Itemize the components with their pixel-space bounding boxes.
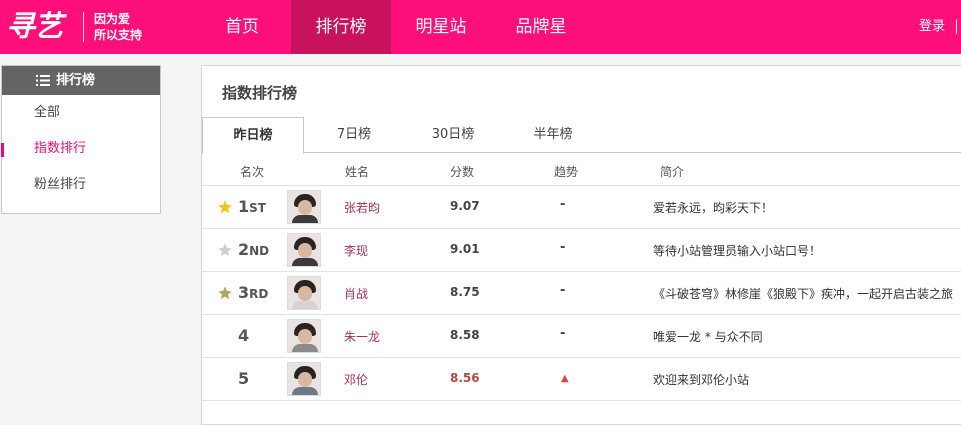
star-name-link[interactable]: 张若昀: [344, 199, 380, 216]
trend-indicator: -: [560, 197, 566, 212]
tab-30-day[interactable]: 30日榜: [408, 117, 498, 153]
avatar[interactable]: [287, 319, 321, 353]
tab-yesterday[interactable]: 昨日榜: [202, 117, 304, 154]
intro-text: 唯爱一龙 * 与众不同: [653, 330, 763, 344]
sidebar-item-index-ranking[interactable]: 指数排行: [1, 131, 160, 167]
star-icon: [218, 286, 232, 300]
avatar[interactable]: [287, 362, 321, 396]
score-value: 9.01: [450, 242, 480, 256]
ranking-tabs: 昨日榜 7日榜 30日榜 半年榜: [202, 117, 961, 154]
score-value: 8.56: [450, 371, 480, 385]
tab-half-year[interactable]: 半年榜: [508, 117, 598, 153]
intro-text: 欢迎来到邓伦小站: [653, 373, 750, 387]
table-row[interactable]: 4 朱一龙 8.58 - 唯爱一龙 * 与众不同: [202, 315, 961, 358]
col-rank: 名次: [240, 165, 265, 179]
panel-title: 指数排行榜: [222, 84, 298, 102]
slogan-line-1: 因为爱: [94, 12, 131, 26]
logo-wordmark: 寻艺: [6, 9, 63, 43]
rank-digit: 2: [238, 240, 250, 259]
top-nav-bar: 寻艺 因为爱 所以支持 首页 排行榜 明星站 品牌星 登录: [0, 0, 961, 54]
table-row[interactable]: 5 邓伦 8.56 ▲ 欢迎来到邓伦小站: [202, 358, 961, 401]
trend-indicator: -: [560, 240, 566, 255]
intro-text: 《斗破苍穹》林修崖《狼殿下》疾冲，一起开启古装之旅: [653, 287, 954, 301]
star-name-link[interactable]: 肖战: [344, 285, 368, 302]
table-row[interactable]: 1ST 张若昀 9.07 - 爱若永远，昀彩天下！: [202, 186, 961, 229]
avatar[interactable]: [287, 233, 321, 267]
rank-suffix: ST: [249, 201, 266, 215]
rank-digit: 4: [238, 326, 250, 345]
header-separator: [956, 19, 957, 34]
login-link[interactable]: 登录: [919, 18, 945, 36]
ranking-table-body: 1ST 张若昀 9.07 - 爱若永远，昀彩天下！ 2ND 李现 9.01 - …: [202, 186, 961, 401]
table-row[interactable]: 2ND 李现 9.01 - 等待小站管理员输入小站口号！: [202, 229, 961, 272]
avatar[interactable]: [287, 190, 321, 224]
col-score: 分数: [450, 165, 475, 179]
rank-suffix: RD: [249, 287, 269, 301]
logo-divider: [83, 12, 84, 42]
table-row[interactable]: 3RD 肖战 8.75 - 《斗破苍穹》林修崖《狼殿下》疾冲，一起开启古装之旅: [202, 272, 961, 315]
rank-number: 5: [238, 369, 249, 389]
logo-slogan: 因为爱 所以支持: [94, 11, 142, 43]
trend-up-icon: ▲: [561, 373, 569, 384]
table-header: 名次 姓名 分数 趋势 简介: [202, 153, 961, 186]
tab-7-day[interactable]: 7日榜: [310, 117, 398, 153]
main-nav: 首页 排行榜 明星站 品牌星: [193, 0, 591, 54]
nav-ranking[interactable]: 排行榜: [291, 0, 391, 54]
intro-text: 等待小站管理员输入小站口号！: [653, 244, 822, 258]
score-value: 8.58: [450, 328, 480, 342]
rank-number: 1ST: [238, 197, 266, 218]
trend-indicator: -: [560, 283, 566, 298]
rank-digit: 5: [238, 369, 250, 388]
star-icon: [218, 243, 232, 257]
rank-number: 2ND: [238, 240, 269, 261]
list-icon: [36, 75, 50, 86]
col-name: 姓名: [345, 165, 370, 179]
intro-text: 爱若永远，昀彩天下！: [653, 201, 774, 215]
star-name-link[interactable]: 邓伦: [344, 371, 368, 388]
sidebar: 排行榜 全部 指数排行 粉丝排行: [1, 65, 161, 214]
star-icon: [218, 200, 232, 214]
trend-indicator: -: [560, 326, 566, 341]
sidebar-title: 排行榜: [56, 73, 96, 88]
sidebar-item-fan-ranking[interactable]: 粉丝排行: [2, 167, 160, 203]
rank-digit: 1: [238, 197, 250, 216]
ranking-panel: 指数排行榜 昨日榜 7日榜 30日榜 半年榜 名次 姓名 分数 趋势 简介 1S…: [201, 65, 961, 425]
col-trend: 趋势: [554, 165, 579, 179]
sidebar-item-all[interactable]: 全部: [2, 95, 160, 131]
score-value: 8.75: [450, 285, 480, 299]
col-intro: 简介: [660, 165, 685, 179]
rank-suffix: ND: [249, 244, 270, 258]
rank-number: 3RD: [238, 283, 268, 304]
star-name-link[interactable]: 朱一龙: [344, 328, 380, 345]
sidebar-header: 排行榜: [2, 66, 160, 95]
star-name-link[interactable]: 李现: [344, 242, 368, 259]
nav-home[interactable]: 首页: [193, 0, 291, 54]
nav-star-station[interactable]: 明星站: [391, 0, 491, 54]
nav-brand-star[interactable]: 品牌星: [491, 0, 591, 54]
rank-digit: 3: [238, 283, 250, 302]
rank-number: 4: [238, 326, 249, 346]
site-logo[interactable]: 寻艺 因为爱 所以支持: [0, 0, 170, 54]
score-value: 9.07: [450, 199, 480, 213]
slogan-line-2: 所以支持: [94, 28, 143, 42]
avatar[interactable]: [287, 276, 321, 310]
